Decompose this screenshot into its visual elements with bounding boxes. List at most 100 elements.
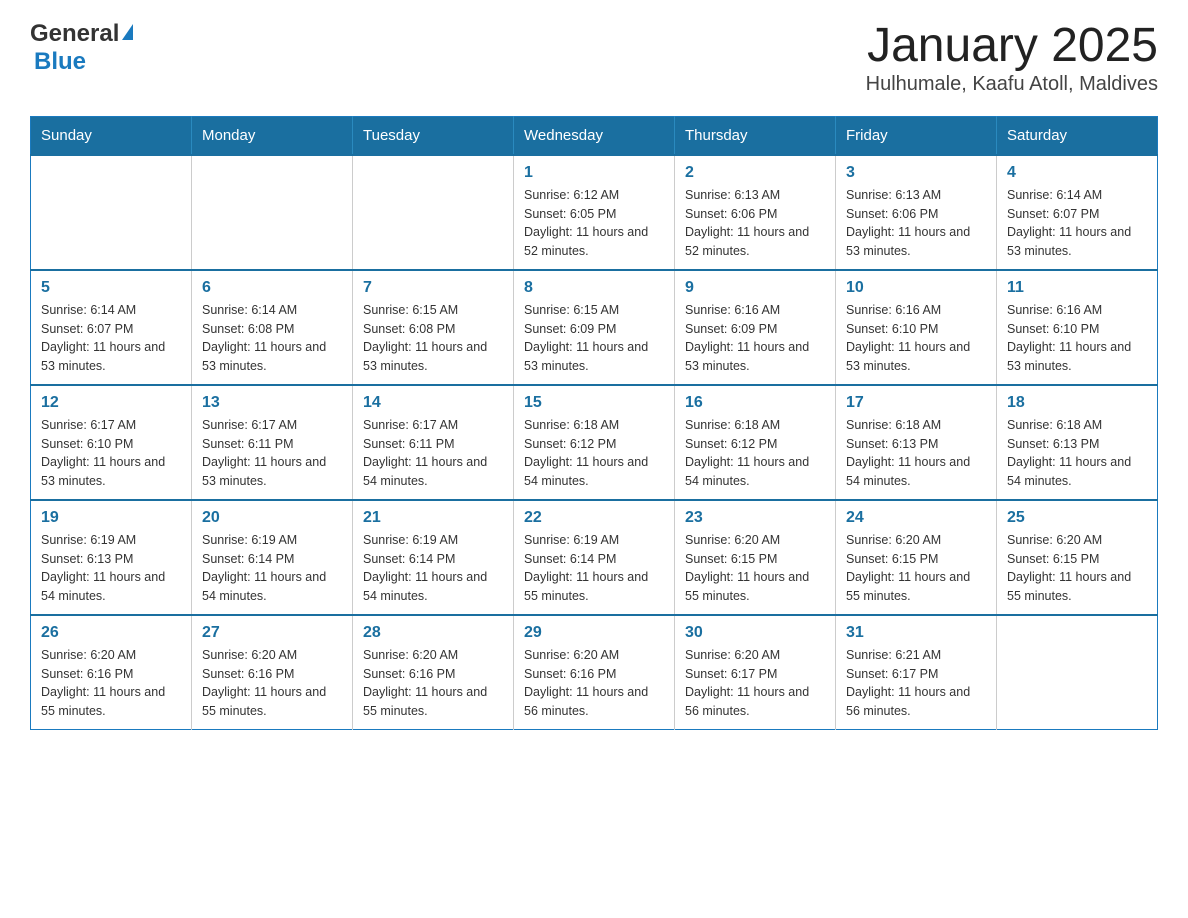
- calendar-header: SundayMondayTuesdayWednesdayThursdayFrid…: [31, 116, 1158, 155]
- calendar-table: SundayMondayTuesdayWednesdayThursdayFrid…: [30, 116, 1158, 730]
- day-info: Sunrise: 6:20 AMSunset: 6:16 PMDaylight:…: [363, 646, 503, 721]
- calendar-cell: 11 Sunrise: 6:16 AMSunset: 6:10 PMDayligh…: [997, 270, 1158, 385]
- calendar-cell: [353, 155, 514, 270]
- calendar-cell: 5 Sunrise: 6:14 AMSunset: 6:07 PMDaylight…: [31, 270, 192, 385]
- title-block: January 2025 Hulhumale, Kaafu Atoll, Mal…: [866, 20, 1158, 96]
- day-number: 4: [1007, 164, 1147, 182]
- calendar-cell: 8 Sunrise: 6:15 AMSunset: 6:09 PMDaylight…: [514, 270, 675, 385]
- day-info: Sunrise: 6:12 AMSunset: 6:05 PMDaylight:…: [524, 186, 664, 261]
- page-header: General Blue January 2025 Hulhumale, Kaa…: [30, 20, 1158, 96]
- calendar-cell: 27 Sunrise: 6:20 AMSunset: 6:16 PMDayligh…: [192, 615, 353, 730]
- day-info: Sunrise: 6:20 AMSunset: 6:15 PMDaylight:…: [685, 531, 825, 606]
- week-row-3: 12 Sunrise: 6:17 AMSunset: 6:10 PMDayligh…: [31, 385, 1158, 500]
- day-number: 10: [846, 279, 986, 297]
- day-number: 24: [846, 509, 986, 527]
- day-info: Sunrise: 6:16 AMSunset: 6:09 PMDaylight:…: [685, 301, 825, 376]
- day-number: 25: [1007, 509, 1147, 527]
- calendar-cell: 18 Sunrise: 6:18 AMSunset: 6:13 PMDayligh…: [997, 385, 1158, 500]
- calendar-body: 1Sunrise: 6:12 AMSunset: 6:05 PMDaylight…: [31, 155, 1158, 730]
- day-info: Sunrise: 6:14 AMSunset: 6:07 PMDaylight:…: [41, 301, 181, 376]
- day-number: 7: [363, 279, 503, 297]
- calendar-cell: [192, 155, 353, 270]
- day-info: Sunrise: 6:14 AMSunset: 6:08 PMDaylight:…: [202, 301, 342, 376]
- calendar-cell: 21 Sunrise: 6:19 AMSunset: 6:14 PMDayligh…: [353, 500, 514, 615]
- day-info: Sunrise: 6:16 AMSunset: 6:10 PMDaylight:…: [1007, 301, 1147, 376]
- day-info: Sunrise: 6:17 AMSunset: 6:11 PMDaylight:…: [202, 416, 342, 491]
- day-number: 29: [524, 624, 664, 642]
- calendar-cell: 22Sunrise: 6:19 AMSunset: 6:14 PMDayligh…: [514, 500, 675, 615]
- day-number: 2: [685, 164, 825, 182]
- day-number: 21: [363, 509, 503, 527]
- day-info: Sunrise: 6:18 AMSunset: 6:12 PMDaylight:…: [524, 416, 664, 491]
- calendar-cell: 9 Sunrise: 6:16 AMSunset: 6:09 PMDaylight…: [675, 270, 836, 385]
- day-number: 5: [41, 279, 181, 297]
- calendar-cell: 26 Sunrise: 6:20 AMSunset: 6:16 PMDayligh…: [31, 615, 192, 730]
- day-number: 30: [685, 624, 825, 642]
- day-number: 26: [41, 624, 181, 642]
- calendar-subtitle: Hulhumale, Kaafu Atoll, Maldives: [866, 73, 1158, 96]
- calendar-cell: [997, 615, 1158, 730]
- weekday-header-row: SundayMondayTuesdayWednesdayThursdayFrid…: [31, 116, 1158, 155]
- header-thursday: Thursday: [675, 116, 836, 155]
- day-number: 23: [685, 509, 825, 527]
- day-number: 12: [41, 394, 181, 412]
- calendar-cell: 29 Sunrise: 6:20 AMSunset: 6:16 PMDayligh…: [514, 615, 675, 730]
- day-info: Sunrise: 6:20 AMSunset: 6:16 PMDaylight:…: [41, 646, 181, 721]
- week-row-5: 26 Sunrise: 6:20 AMSunset: 6:16 PMDayligh…: [31, 615, 1158, 730]
- day-info: Sunrise: 6:16 AMSunset: 6:10 PMDaylight:…: [846, 301, 986, 376]
- logo-triangle-icon: [122, 24, 133, 40]
- header-monday: Monday: [192, 116, 353, 155]
- day-info: Sunrise: 6:20 AMSunset: 6:15 PMDaylight:…: [1007, 531, 1147, 606]
- calendar-cell: 13Sunrise: 6:17 AMSunset: 6:11 PMDayligh…: [192, 385, 353, 500]
- calendar-cell: 12 Sunrise: 6:17 AMSunset: 6:10 PMDayligh…: [31, 385, 192, 500]
- day-info: Sunrise: 6:21 AMSunset: 6:17 PMDaylight:…: [846, 646, 986, 721]
- day-info: Sunrise: 6:19 AMSunset: 6:14 PMDaylight:…: [363, 531, 503, 606]
- calendar-cell: 4Sunrise: 6:14 AMSunset: 6:07 PMDaylight…: [997, 155, 1158, 270]
- day-info: Sunrise: 6:17 AMSunset: 6:10 PMDaylight:…: [41, 416, 181, 491]
- day-number: 16: [685, 394, 825, 412]
- calendar-cell: 17 Sunrise: 6:18 AMSunset: 6:13 PMDayligh…: [836, 385, 997, 500]
- day-number: 3: [846, 164, 986, 182]
- day-number: 9: [685, 279, 825, 297]
- calendar-cell: 31Sunrise: 6:21 AMSunset: 6:17 PMDayligh…: [836, 615, 997, 730]
- day-number: 17: [846, 394, 986, 412]
- calendar-cell: 3 Sunrise: 6:13 AMSunset: 6:06 PMDaylight…: [836, 155, 997, 270]
- day-info: Sunrise: 6:18 AMSunset: 6:13 PMDaylight:…: [1007, 416, 1147, 491]
- day-number: 8: [524, 279, 664, 297]
- logo-blue-text: Blue: [34, 48, 86, 75]
- day-info: Sunrise: 6:13 AMSunset: 6:06 PMDaylight:…: [685, 186, 825, 261]
- day-info: Sunrise: 6:20 AMSunset: 6:16 PMDaylight:…: [202, 646, 342, 721]
- day-info: Sunrise: 6:15 AMSunset: 6:09 PMDaylight:…: [524, 301, 664, 376]
- day-info: Sunrise: 6:18 AMSunset: 6:13 PMDaylight:…: [846, 416, 986, 491]
- day-info: Sunrise: 6:20 AMSunset: 6:15 PMDaylight:…: [846, 531, 986, 606]
- day-number: 19: [41, 509, 181, 527]
- calendar-cell: 30Sunrise: 6:20 AMSunset: 6:17 PMDayligh…: [675, 615, 836, 730]
- logo: General Blue: [30, 20, 133, 76]
- week-row-2: 5 Sunrise: 6:14 AMSunset: 6:07 PMDaylight…: [31, 270, 1158, 385]
- day-number: 6: [202, 279, 342, 297]
- day-number: 11: [1007, 279, 1147, 297]
- day-info: Sunrise: 6:19 AMSunset: 6:13 PMDaylight:…: [41, 531, 181, 606]
- day-info: Sunrise: 6:19 AMSunset: 6:14 PMDaylight:…: [202, 531, 342, 606]
- calendar-cell: 15 Sunrise: 6:18 AMSunset: 6:12 PMDayligh…: [514, 385, 675, 500]
- calendar-cell: 7 Sunrise: 6:15 AMSunset: 6:08 PMDaylight…: [353, 270, 514, 385]
- calendar-cell: 6 Sunrise: 6:14 AMSunset: 6:08 PMDaylight…: [192, 270, 353, 385]
- week-row-1: 1Sunrise: 6:12 AMSunset: 6:05 PMDaylight…: [31, 155, 1158, 270]
- calendar-cell: 1Sunrise: 6:12 AMSunset: 6:05 PMDaylight…: [514, 155, 675, 270]
- day-info: Sunrise: 6:18 AMSunset: 6:12 PMDaylight:…: [685, 416, 825, 491]
- calendar-cell: 25 Sunrise: 6:20 AMSunset: 6:15 PMDayligh…: [997, 500, 1158, 615]
- week-row-4: 19 Sunrise: 6:19 AMSunset: 6:13 PMDayligh…: [31, 500, 1158, 615]
- day-info: Sunrise: 6:20 AMSunset: 6:16 PMDaylight:…: [524, 646, 664, 721]
- day-info: Sunrise: 6:17 AMSunset: 6:11 PMDaylight:…: [363, 416, 503, 491]
- day-number: 18: [1007, 394, 1147, 412]
- calendar-cell: 19 Sunrise: 6:19 AMSunset: 6:13 PMDayligh…: [31, 500, 192, 615]
- day-number: 28: [363, 624, 503, 642]
- calendar-cell: 16 Sunrise: 6:18 AMSunset: 6:12 PMDayligh…: [675, 385, 836, 500]
- calendar-cell: 20Sunrise: 6:19 AMSunset: 6:14 PMDayligh…: [192, 500, 353, 615]
- day-info: Sunrise: 6:13 AMSunset: 6:06 PMDaylight:…: [846, 186, 986, 261]
- day-number: 15: [524, 394, 664, 412]
- header-friday: Friday: [836, 116, 997, 155]
- day-number: 27: [202, 624, 342, 642]
- day-info: Sunrise: 6:15 AMSunset: 6:08 PMDaylight:…: [363, 301, 503, 376]
- calendar-title: January 2025: [866, 20, 1158, 73]
